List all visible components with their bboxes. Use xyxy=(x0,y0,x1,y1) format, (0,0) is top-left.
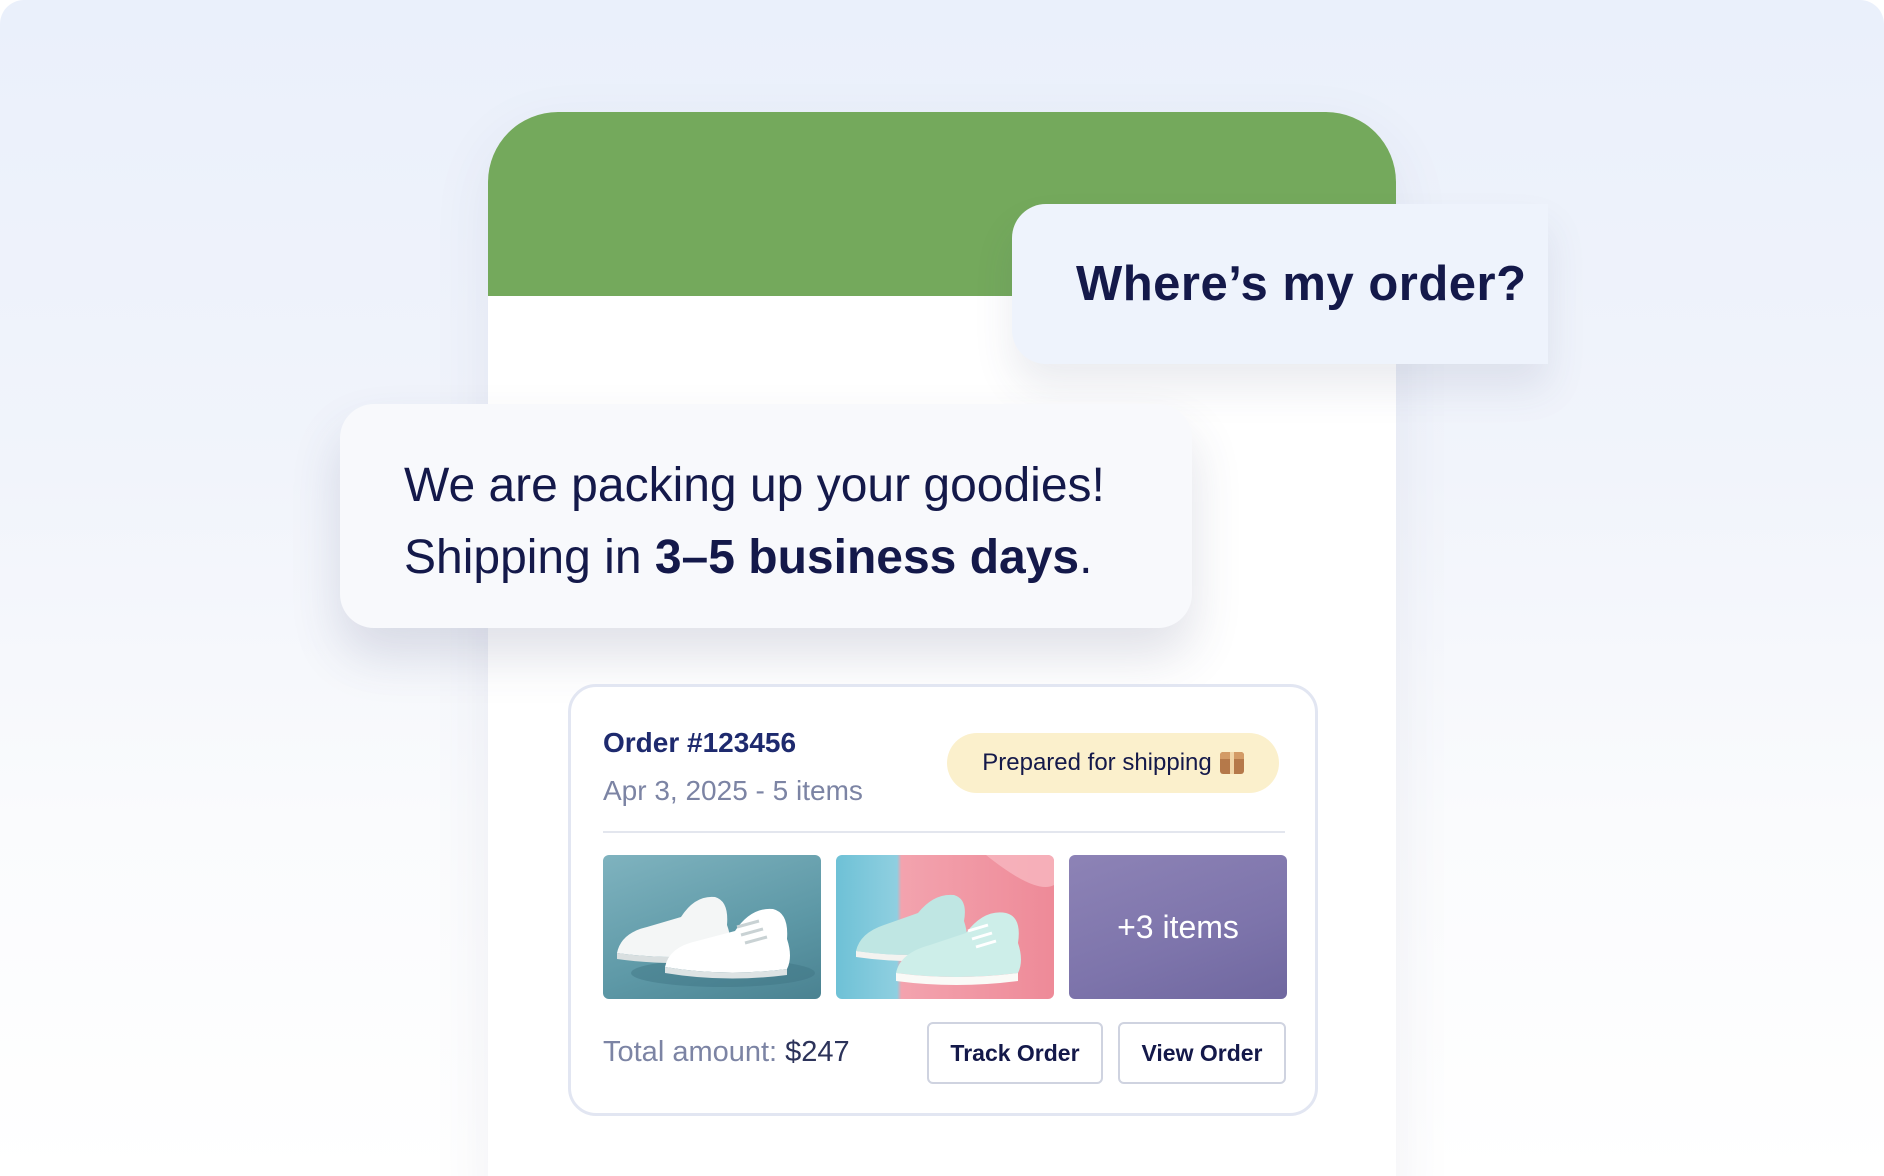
background: Where’s my order? We are packing up your… xyxy=(0,0,1884,1176)
track-order-button[interactable]: Track Order xyxy=(927,1022,1103,1084)
order-title: Order #123456 xyxy=(603,727,797,758)
white-sneakers-image xyxy=(617,896,815,987)
product-thumbnail-2[interactable] xyxy=(836,855,1054,999)
order-card: Order #123456 Apr 3, 2025 - 5 items Prep… xyxy=(568,684,1318,1116)
bot-message-prefix: Shipping in xyxy=(404,531,655,584)
status-text: Prepared for shipping xyxy=(982,749,1212,776)
bot-message-bubble: We are packing up your goodies! Shipping… xyxy=(340,404,1192,628)
order-total: Total amount: $247 xyxy=(603,1036,850,1069)
status-badge: Prepared for shipping xyxy=(947,733,1279,793)
user-message-bubble: Where’s my order? xyxy=(1012,204,1548,364)
view-order-button[interactable]: View Order xyxy=(1118,1022,1286,1084)
package-icon xyxy=(1219,752,1244,774)
user-message-text: Where’s my order? xyxy=(1076,257,1527,311)
product-thumbnail-1[interactable] xyxy=(603,855,821,999)
bot-message-line-2: Shipping in 3–5 business days. xyxy=(404,522,1192,594)
divider xyxy=(603,831,1285,833)
total-value: $247 xyxy=(785,1036,850,1068)
more-items-tile[interactable]: +3 items xyxy=(1069,855,1287,999)
total-label: Total amount: xyxy=(603,1036,786,1068)
bot-message-suffix: . xyxy=(1079,531,1093,584)
bot-message-highlight: 3–5 business days xyxy=(654,531,1080,584)
order-meta: Apr 3, 2025 - 5 items xyxy=(603,775,863,806)
more-items-label: +3 items xyxy=(1117,908,1239,945)
mint-sneakers-image xyxy=(856,855,1054,985)
bot-message-line-1: We are packing up your goodies! xyxy=(404,459,1105,512)
